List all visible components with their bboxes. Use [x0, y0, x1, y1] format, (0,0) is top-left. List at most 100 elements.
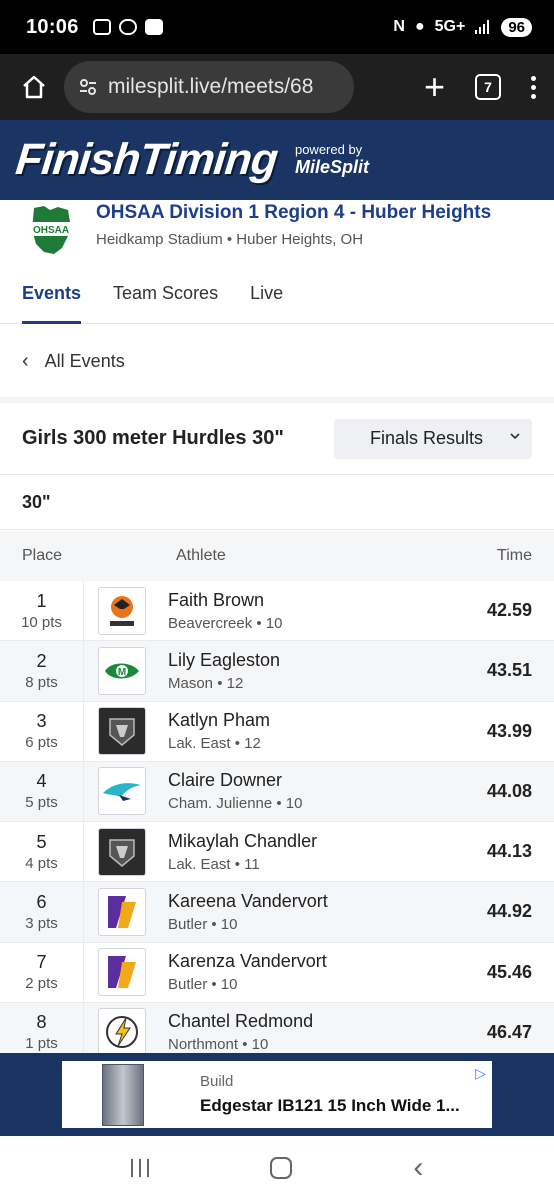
status-bar: 10:06 N ● 5G+ 96 [0, 0, 554, 54]
powered-by: powered by MileSplit [295, 142, 369, 178]
new-tab-button[interactable]: + [424, 69, 445, 105]
results-table-body: 1 10 pts Faith Brown Beavercreek • 10 42… [0, 581, 554, 1053]
adchoices-icon[interactable]: ▷ [475, 1065, 486, 1082]
place-cell: 8 1 pts [0, 1002, 84, 1053]
athlete-cell: Mikaylah Chandler Lak. East • 11 [168, 831, 454, 873]
athlete-name[interactable]: Katlyn Pham [168, 710, 454, 731]
athlete-cell: Karenza Vandervort Butler • 10 [168, 951, 454, 993]
athlete-name[interactable]: Lily Eagleston [168, 650, 454, 671]
athlete-team: Mason • 12 [168, 674, 244, 692]
ad-source: Build [200, 1073, 234, 1090]
col-time: Time [497, 547, 532, 564]
place-number: 3 [36, 711, 47, 732]
ohsaa-logo-text: OHSAA [33, 225, 69, 236]
section-label: 30" [0, 476, 554, 530]
all-events-link[interactable]: ‹ All Events [0, 325, 554, 397]
battery-badge: 96 [501, 17, 532, 37]
table-row[interactable]: 8 1 pts Chantel Redmond Northmont • 10 4… [0, 1002, 554, 1053]
results-table-header: Place Athlete Time [0, 531, 554, 581]
home-button[interactable] [14, 67, 54, 107]
result-time: 46.47 [486, 1021, 532, 1042]
place-cell: 5 4 pts [0, 822, 84, 882]
result-time: 43.99 [486, 720, 532, 741]
meet-info: OHSAA Division 1 Region 4 - Huber Height… [96, 202, 491, 260]
result-time: 43.51 [486, 660, 532, 681]
powered-label: powered by [294, 142, 363, 157]
place-points: 2 pts [25, 975, 58, 993]
table-row[interactable]: 7 2 pts Karenza Vandervort Butler • 10 4… [0, 942, 554, 1003]
table-row[interactable]: 6 3 pts Kareena Vandervort Butler • 10 4… [0, 882, 554, 943]
athlete-name[interactable]: Karenza Vandervort [168, 951, 454, 972]
athlete-team: Beavercreek • 10 [168, 614, 283, 632]
ad-title: Edgestar IB121 15 Inch Wide 1... [200, 1096, 460, 1115]
place-number: 4 [36, 771, 47, 792]
location-icon: ● [414, 18, 425, 35]
place-points: 3 pts [25, 914, 58, 932]
browser-actions: + 7 [424, 69, 540, 105]
athlete-name[interactable]: Kareena Vandervort [168, 891, 454, 912]
url-field[interactable]: milesplit.live/meets/68 [64, 61, 354, 113]
app-icon [144, 19, 163, 35]
col-place: Place [21, 547, 63, 564]
athlete-name[interactable]: Claire Downer [168, 770, 454, 791]
milesplit-logo[interactable]: MileSplit [295, 157, 369, 178]
ad-banner: Build Edgestar IB121 15 Inch Wide 1... ▷ [0, 1053, 554, 1136]
athlete-cell: Claire Downer Cham. Julienne • 10 [168, 770, 454, 812]
finishtiming-logo[interactable]: FinishTiming [13, 135, 279, 185]
table-row[interactable]: 3 6 pts Katlyn Pham Lak. East • 12 43.99 [0, 701, 554, 762]
place-number: 1 [36, 590, 47, 611]
place-cell: 2 8 pts [0, 641, 84, 701]
ad-card[interactable]: Build Edgestar IB121 15 Inch Wide 1... ▷ [62, 1061, 492, 1128]
place-points: 10 pts [21, 613, 62, 631]
table-row[interactable]: 5 4 pts Mikaylah Chandler Lak. East • 11… [0, 822, 554, 883]
meet-title[interactable]: OHSAA Division 1 Region 4 - Huber Height… [96, 202, 491, 224]
tab-switcher-button[interactable]: 7 [475, 74, 501, 100]
lakota-east-logo [98, 827, 146, 876]
place-cell: 7 2 pts [0, 942, 84, 1002]
round-select[interactable]: Finals Results [334, 418, 532, 459]
screenshot-icon [92, 19, 111, 35]
athlete-cell: Faith Brown Beavercreek • 10 [168, 590, 454, 632]
place-points: 5 pts [25, 794, 58, 812]
tab-team-scores[interactable]: Team Scores [113, 262, 218, 324]
athlete-team: Butler • 10 [168, 915, 238, 933]
chaminade-julienne-logo [98, 767, 146, 816]
place-number: 7 [36, 952, 47, 973]
svg-text:M: M [118, 667, 126, 678]
round-select-value: Finals Results [370, 428, 484, 448]
butler-logo [98, 948, 146, 997]
beavercreek-logo [98, 586, 146, 635]
back-button[interactable]: ‹ [413, 1151, 423, 1185]
nfc-icon: N [393, 18, 405, 35]
system-nav-bar: ‹ [0, 1136, 554, 1200]
butler-logo [98, 887, 146, 936]
result-time: 45.46 [486, 961, 532, 982]
table-row[interactable]: 1 10 pts Faith Brown Beavercreek • 10 42… [0, 581, 554, 642]
result-time: 42.59 [486, 600, 532, 621]
browser-menu-button[interactable] [531, 75, 536, 99]
athlete-team: Lak. East • 12 [168, 735, 261, 753]
site-settings-icon[interactable] [78, 77, 98, 97]
tab-live[interactable]: Live [250, 262, 283, 324]
athlete-name[interactable]: Faith Brown [168, 590, 454, 611]
athlete-cell: Kareena Vandervort Butler • 10 [168, 891, 454, 933]
athlete-name[interactable]: Chantel Redmond [168, 1011, 454, 1032]
athlete-team: Northmont • 10 [168, 1036, 269, 1053]
place-points: 1 pts [25, 1035, 58, 1053]
home-nav-button[interactable] [269, 1157, 292, 1179]
place-number: 5 [36, 831, 47, 852]
meet-header: OHSAA OHSAA Division 1 Region 4 - Huber … [0, 200, 554, 260]
lakota-east-logo [98, 707, 146, 756]
place-points: 8 pts [25, 673, 58, 691]
recents-button[interactable] [130, 1159, 149, 1177]
status-time: 10:06 [26, 15, 79, 38]
meet-venue: Heidkamp Stadium • Huber Heights, OH [96, 231, 364, 248]
chevron-left-icon: ‹ [22, 349, 29, 372]
table-row[interactable]: 4 5 pts Claire Downer Cham. Julienne • 1… [0, 761, 554, 822]
place-number: 8 [36, 1012, 47, 1033]
result-time: 44.92 [486, 901, 532, 922]
table-row[interactable]: 2 8 pts M Lily Eagleston Mason • 12 43.5… [0, 641, 554, 702]
tab-events[interactable]: Events [22, 262, 82, 324]
chevron-down-icon [510, 432, 520, 439]
athlete-name[interactable]: Mikaylah Chandler [168, 831, 454, 852]
